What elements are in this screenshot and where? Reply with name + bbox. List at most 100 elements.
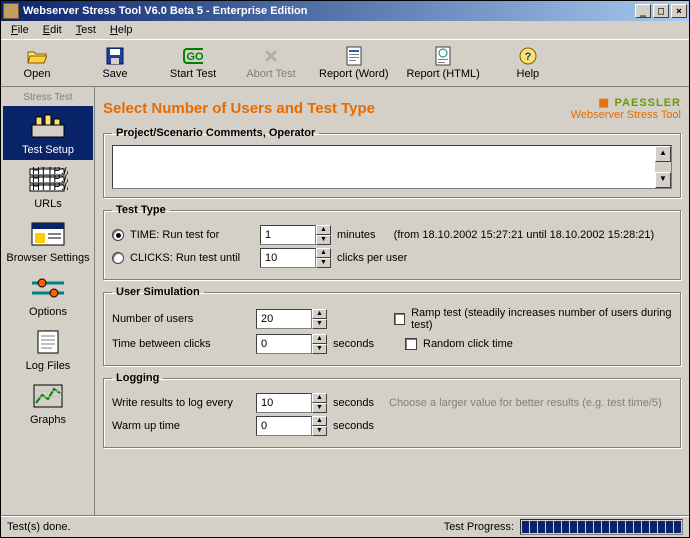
spin-down-icon[interactable]: ▼ [316, 258, 331, 268]
spin-down-icon[interactable]: ▼ [312, 319, 327, 329]
page-title: Select Number of Users and Test Type [103, 100, 375, 117]
statusbar: Test(s) done. Test Progress: [1, 515, 689, 537]
clicks-input[interactable] [260, 248, 316, 268]
sidebar-graphs-label: Graphs [30, 414, 66, 426]
sidebar-browser-label: Browser Settings [6, 252, 89, 264]
spin-up-icon[interactable]: ▲ [316, 225, 331, 235]
time-unit: minutes [337, 229, 376, 241]
scroll-up-icon[interactable]: ▲ [655, 146, 671, 162]
ramp-checkbox[interactable] [394, 313, 405, 325]
test-setup-icon [28, 112, 68, 140]
rhtml-label: Report (HTML) [406, 68, 479, 80]
open-button[interactable]: Open [7, 41, 67, 85]
time-input[interactable] [260, 225, 316, 245]
go-icon: GO [183, 46, 203, 66]
time-spinner[interactable]: ▲▼ [260, 225, 331, 245]
spin-up-icon[interactable]: ▲ [312, 334, 327, 344]
sidebar-item-urls[interactable]: HTTP://HTTP://HTTP:// URLs [3, 160, 93, 214]
sidebar: Stress Test Test Setup HTTP://HTTP://HTT… [1, 87, 95, 515]
abort-test-button: Abort Test [241, 41, 301, 85]
report-word-button[interactable]: Report (Word) [319, 41, 388, 85]
open-label: Open [24, 68, 51, 80]
clicks-radio[interactable] [112, 252, 124, 264]
ramp-label: Ramp test (steadily increases number of … [411, 307, 672, 331]
warm-input[interactable] [256, 416, 312, 436]
time-radio[interactable] [112, 229, 124, 241]
logging-hint: Choose a larger value for better results… [389, 397, 662, 409]
spin-down-icon[interactable]: ▼ [312, 403, 327, 413]
clicks-spinner[interactable]: ▲▼ [260, 248, 331, 268]
save-button[interactable]: Save [85, 41, 145, 85]
spin-up-icon[interactable]: ▲ [316, 248, 331, 258]
brand: ▦ PAESSLER Webserver Stress Tool [571, 95, 681, 121]
numusers-label: Number of users [112, 313, 250, 325]
menu-help[interactable]: Help [104, 22, 139, 38]
logging-group: Logging Write results to log every ▲▼ se… [103, 372, 681, 448]
testtype-legend: Test Type [112, 204, 170, 216]
help-button[interactable]: ? Help [498, 41, 558, 85]
start-label: Start Test [170, 68, 216, 80]
between-input[interactable] [256, 334, 312, 354]
scroll-down-icon[interactable]: ▼ [655, 172, 671, 188]
sidebar-item-browser[interactable]: Browser Settings [3, 214, 93, 268]
spin-up-icon[interactable]: ▲ [312, 393, 327, 403]
close-button[interactable]: × [671, 4, 687, 18]
help-icon: ? [518, 46, 538, 66]
urls-icon: HTTP://HTTP://HTTP:// [28, 166, 68, 194]
spin-down-icon[interactable]: ▼ [312, 344, 327, 354]
progress-bar [520, 519, 683, 535]
menu-file[interactable]: File [5, 22, 35, 38]
random-label: Random click time [423, 338, 513, 350]
menu-test[interactable]: Test [70, 22, 102, 38]
logs-icon [28, 328, 68, 356]
report-html-button[interactable]: Report (HTML) [406, 41, 479, 85]
testtype-group: Test Type TIME: Run test for ▲▼ minutes … [103, 204, 681, 280]
progress-label: Test Progress: [444, 521, 514, 533]
every-label: Write results to log every [112, 397, 250, 409]
floppy-icon [105, 46, 125, 66]
svg-text:HTTP://: HTTP:// [32, 181, 68, 193]
rword-label: Report (Word) [319, 68, 388, 80]
titlebar: Webserver Stress Tool V6.0 Beta 5 - Ente… [1, 1, 689, 21]
warm-label: Warm up time [112, 420, 250, 432]
app-icon [3, 3, 19, 19]
warm-spinner[interactable]: ▲▼ [256, 416, 327, 436]
spin-down-icon[interactable]: ▼ [316, 235, 331, 245]
abort-icon [261, 46, 281, 66]
comments-textarea[interactable]: ▲▼ [112, 145, 672, 189]
spin-up-icon[interactable]: ▲ [312, 416, 327, 426]
usersim-group: User Simulation Number of users ▲▼ Ramp … [103, 286, 681, 366]
sidebar-urls-label: URLs [34, 198, 62, 210]
time-label: TIME: Run test for [130, 229, 254, 241]
numusers-input[interactable] [256, 309, 312, 329]
clicks-label: CLICKS: Run test until [130, 252, 254, 264]
comments-group: Project/Scenario Comments, Operator ▲▼ [103, 127, 681, 198]
sidebar-item-graphs[interactable]: Graphs [3, 376, 93, 430]
menubar: File Edit Test Help [1, 21, 689, 39]
spin-up-icon[interactable]: ▲ [312, 309, 327, 319]
usersim-legend: User Simulation [112, 286, 204, 298]
clicks-unit: clicks per user [337, 252, 407, 264]
menu-edit[interactable]: Edit [37, 22, 68, 38]
html-doc-icon [433, 46, 453, 66]
start-test-button[interactable]: GO Start Test [163, 41, 223, 85]
maximize-button[interactable]: □ [653, 4, 669, 18]
graphs-icon [28, 382, 68, 410]
abort-label: Abort Test [246, 68, 295, 80]
minimize-button[interactable]: _ [635, 4, 651, 18]
sidebar-item-test-setup[interactable]: Test Setup [3, 106, 93, 160]
numusers-spinner[interactable]: ▲▼ [256, 309, 327, 329]
sidebar-item-logs[interactable]: Log Files [3, 322, 93, 376]
between-spinner[interactable]: ▲▼ [256, 334, 327, 354]
time-range: (from 18.10.2002 15:27:21 until 18.10.20… [394, 229, 655, 241]
spin-down-icon[interactable]: ▼ [312, 426, 327, 436]
comments-legend: Project/Scenario Comments, Operator [112, 127, 319, 139]
sidebar-tab-stress[interactable]: Stress Test [3, 89, 93, 106]
status-text: Test(s) done. [7, 521, 71, 533]
sidebar-item-options[interactable]: Options [3, 268, 93, 322]
every-spinner[interactable]: ▲▼ [256, 393, 327, 413]
every-unit: seconds [333, 397, 383, 409]
every-input[interactable] [256, 393, 312, 413]
between-unit: seconds [333, 338, 383, 350]
random-checkbox[interactable] [405, 338, 417, 350]
